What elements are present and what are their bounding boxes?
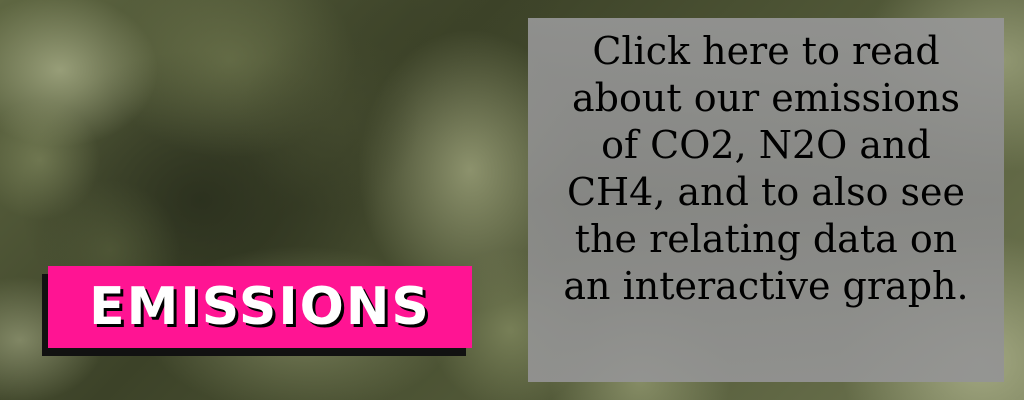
info-text-box[interactable]: Click here to read about our emissions o…: [528, 18, 1004, 382]
emissions-tag: EMISSIONS: [42, 266, 472, 356]
info-line: Click here to read: [592, 29, 940, 73]
info-line: about our emissions: [572, 76, 960, 120]
emissions-banner-link[interactable]: EMISSIONS Click here to read about our e…: [0, 0, 1024, 400]
info-line: CH4, and to also see: [566, 170, 966, 214]
tag-box: EMISSIONS: [48, 266, 472, 348]
info-line: the relating data on: [574, 217, 958, 261]
info-line: of CO2, N2O and: [601, 123, 931, 167]
tag-label: EMISSIONS: [89, 277, 431, 337]
info-line: an interactive graph.: [563, 264, 969, 308]
